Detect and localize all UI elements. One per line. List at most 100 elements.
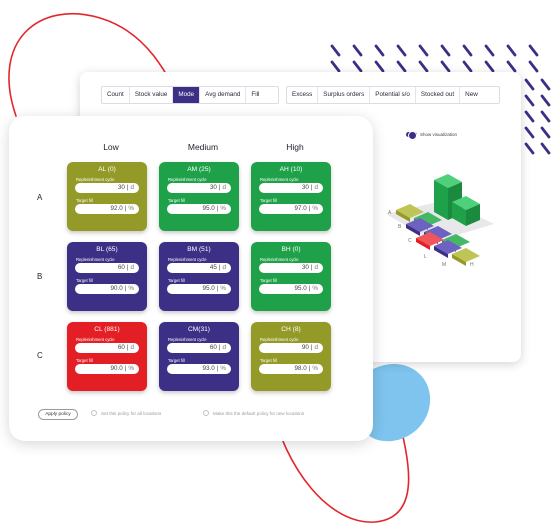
tab-stock-value[interactable]: Stock value xyxy=(130,87,174,103)
fill-unit: % xyxy=(128,205,134,212)
target-fill-input[interactable]: 93.0 |% xyxy=(167,364,231,374)
target-fill-label: Target fill xyxy=(260,278,277,283)
tab-excess[interactable]: Excess xyxy=(287,87,319,103)
replenishment-cycle-input[interactable]: 30 | d xyxy=(167,183,231,193)
cycle-value: 30 xyxy=(301,184,309,191)
policy-cell[interactable]: BH (0) Replenishment cycle 30 | d Target fill… xyxy=(251,242,331,311)
target-fill-input[interactable]: 90.0 |% xyxy=(75,284,139,294)
separator: | xyxy=(126,344,129,351)
tab-stocked-out[interactable]: Stocked out xyxy=(416,87,461,103)
replenishment-cycle-input[interactable]: 30 | d xyxy=(259,183,323,193)
policy-cell[interactable]: BM (51) Replenishment cycle 45 | d Target fil… xyxy=(159,242,239,311)
fill-value: 95.0 xyxy=(202,285,215,292)
toggle-switch[interactable] xyxy=(406,131,417,140)
axis-label-b: B xyxy=(398,224,402,230)
replenishment-cycle-label: Replenishment cycle xyxy=(76,177,115,182)
target-fill-input[interactable]: 95.0 |% xyxy=(167,284,231,294)
apply-policy-button[interactable]: Apply policy xyxy=(38,409,78,420)
show-visualization-toggle[interactable]: Show visualization xyxy=(406,131,458,140)
policy-cell[interactable]: CL (881) Replenishment cycle 60 | d Target fi… xyxy=(67,322,147,391)
fill-value: 98.0 xyxy=(294,365,307,372)
fill-unit: % xyxy=(128,285,134,292)
cycle-value: 30 xyxy=(117,184,125,191)
target-fill-input[interactable]: 98.0 |% xyxy=(259,364,323,374)
cycle-value: 90 xyxy=(301,344,309,351)
replenishment-cycle-input[interactable]: 60 | d xyxy=(75,263,139,273)
fill-unit: % xyxy=(312,285,318,292)
tab-new[interactable]: New xyxy=(460,87,483,103)
separator: | xyxy=(310,264,313,271)
fill-unit: % xyxy=(220,285,226,292)
cycle-unit: d xyxy=(222,264,226,271)
fill-unit: % xyxy=(220,205,226,212)
replenishment-cycle-input[interactable]: 90 | d xyxy=(259,343,323,353)
replenishment-cycle-label: Replenishment cycle xyxy=(76,337,115,342)
replenishment-cycle-input[interactable]: 60 | d xyxy=(167,343,231,353)
separator: | xyxy=(216,285,219,292)
target-fill-input[interactable]: 95.0 |% xyxy=(259,284,323,294)
separator: | xyxy=(216,365,219,372)
option-default-policy[interactable]: Make this the default policy for new loc… xyxy=(203,410,304,416)
cell-title: CL (881) xyxy=(94,326,120,333)
cycle-value: 30 xyxy=(209,184,217,191)
cycle-unit: d xyxy=(130,344,134,351)
tab-count[interactable]: Count xyxy=(102,87,130,103)
axis-label-c: C xyxy=(408,238,412,244)
radio-default-policy[interactable] xyxy=(203,410,209,416)
separator: | xyxy=(308,285,311,292)
replenishment-cycle-label: Replenishment cycle xyxy=(260,177,299,182)
target-fill-input[interactable]: 90.0 |% xyxy=(75,364,139,374)
tab-potential-so[interactable]: Potential s/o xyxy=(370,87,416,103)
target-fill-input[interactable]: 97.0 |% xyxy=(259,204,323,214)
cycle-unit: d xyxy=(314,264,318,271)
fill-unit: % xyxy=(312,365,318,372)
separator: | xyxy=(308,205,311,212)
axis-label-m: M xyxy=(442,262,446,268)
policy-cell[interactable]: AH (10) Replenishment cycle 30 | d Target fil… xyxy=(251,162,331,231)
target-fill-label: Target fill xyxy=(260,198,277,203)
radio-all-locations[interactable] xyxy=(91,410,97,416)
tab-fill[interactable]: Fill xyxy=(246,87,264,103)
tab-mode[interactable]: Mode xyxy=(173,87,201,103)
separator: | xyxy=(218,344,221,351)
toggle-label: Show visualization xyxy=(420,132,458,137)
policy-cell[interactable]: CH (8) Replenishment cycle 90 | d Target fill… xyxy=(251,322,331,391)
replenishment-cycle-input[interactable]: 60 | d xyxy=(75,343,139,353)
replenishment-cycle-label: Replenishment cycle xyxy=(168,257,207,262)
separator: | xyxy=(218,264,221,271)
abc-3d-visualization: A B C L M H xyxy=(386,174,494,268)
replenishment-cycle-label: Replenishment cycle xyxy=(260,337,299,342)
policy-cell[interactable]: AL (0) Replenishment cycle 30 | d Target fill… xyxy=(67,162,147,231)
fill-unit: % xyxy=(312,205,318,212)
replenishment-cycle-label: Replenishment cycle xyxy=(76,257,115,262)
tab-surplus-orders[interactable]: Surplus orders xyxy=(318,87,371,103)
replenishment-cycle-input[interactable]: 45 | d xyxy=(167,263,231,273)
separator: | xyxy=(124,205,127,212)
cell-title: BL (65) xyxy=(96,246,118,253)
fill-value: 93.0 xyxy=(202,365,215,372)
policy-cell[interactable]: BL (65) Replenishment cycle 60 | d Target fil… xyxy=(67,242,147,311)
policy-cell[interactable]: CM(31) Replenishment cycle 60 | d Target fill… xyxy=(159,322,239,391)
row-header-a: A xyxy=(37,193,43,202)
row-header-b: B xyxy=(37,272,43,281)
replenishment-cycle-input[interactable]: 30 | d xyxy=(75,183,139,193)
replenishment-cycle-label: Replenishment cycle xyxy=(168,177,207,182)
separator: | xyxy=(308,365,311,372)
separator: | xyxy=(126,184,129,191)
separator: | xyxy=(124,365,127,372)
axis-label-h: H xyxy=(470,262,474,268)
replenishment-cycle-label: Replenishment cycle xyxy=(260,257,299,262)
target-fill-input[interactable]: 95.0 |% xyxy=(167,204,231,214)
cell-title: BH (0) xyxy=(281,246,301,253)
fill-value: 92.0 xyxy=(110,205,123,212)
target-fill-label: Target fill xyxy=(76,198,93,203)
tab-avg-demand[interactable]: Avg demand xyxy=(200,87,247,103)
fill-unit: % xyxy=(220,365,226,372)
option-all-locations[interactable]: Set this policy for all locations xyxy=(91,410,161,416)
policy-cell[interactable]: AM (25) Replenishment cycle 30 | d Target fil… xyxy=(159,162,239,231)
cell-title: CM(31) xyxy=(188,326,210,333)
cell-title: AH (10) xyxy=(279,166,303,173)
metric-tabs-left: Count Stock value Mode Avg demand Fill xyxy=(101,86,279,104)
target-fill-input[interactable]: 92.0 |% xyxy=(75,204,139,214)
replenishment-cycle-input[interactable]: 30 | d xyxy=(259,263,323,273)
